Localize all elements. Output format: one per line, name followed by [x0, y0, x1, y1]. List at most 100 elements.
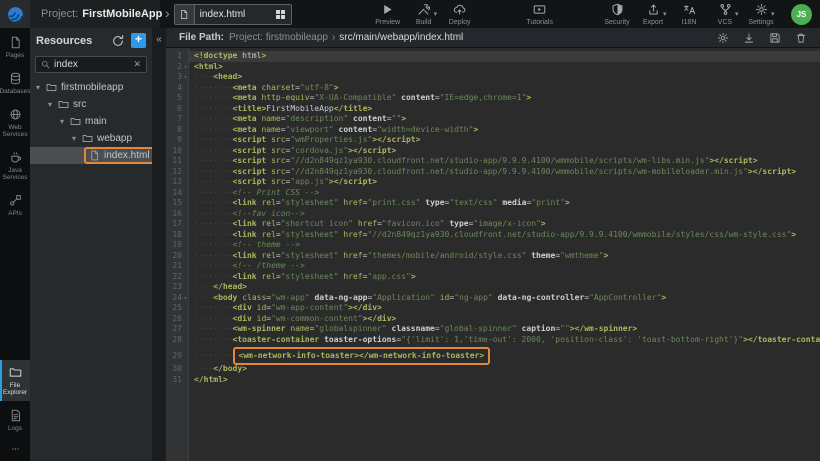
code-text[interactable]: ········<!-- theme -->	[189, 240, 820, 251]
fold-marker-icon	[182, 282, 189, 293]
code-text[interactable]: ········<wm-spinner name="globalspinner"…	[189, 324, 820, 335]
line-number: 22	[166, 272, 182, 283]
logs-icon	[9, 409, 22, 422]
code-text[interactable]: ········<!-- /theme -->	[189, 261, 820, 272]
fold-marker-icon	[182, 303, 189, 314]
search-input[interactable]	[50, 59, 133, 70]
fold-marker-icon[interactable]: ▾	[182, 62, 189, 73]
code-text[interactable]: ········<script src="//d2n849qz1ya930.cl…	[189, 156, 820, 167]
code-line-17: 17········<link rel="shortcut icon" href…	[166, 219, 820, 230]
fold-marker-icon[interactable]: ▾	[182, 72, 189, 83]
preview-button[interactable]: Preview	[370, 3, 406, 26]
fold-marker-icon	[182, 156, 189, 167]
sidebar-item-pages[interactable]: Pages	[0, 30, 30, 64]
code-text[interactable]: ········<div id="wm-app-content"></div>	[189, 303, 820, 314]
code-text[interactable]: ········<meta http-equiv="X-UA-Compatibl…	[189, 93, 820, 104]
code-line-5: 5········<meta http-equiv="X-UA-Compatib…	[166, 93, 820, 104]
sidebar-item-java-services[interactable]: Java Services	[0, 145, 30, 186]
code-text[interactable]: ····</head>	[189, 282, 820, 293]
code-text[interactable]: ········<link rel="shortcut icon" href="…	[189, 219, 820, 230]
code-text[interactable]: ········<link rel="stylesheet" href="pri…	[189, 198, 820, 209]
tab-index-html[interactable]: index.html	[174, 4, 292, 25]
code-text[interactable]: ····<head>	[189, 72, 820, 83]
sidebar-item-more[interactable]	[0, 439, 30, 461]
code-text[interactable]: ········<!--fav icon-->	[189, 209, 820, 220]
tree-item-index.html[interactable]: index.html	[30, 147, 152, 164]
fold-marker-icon	[182, 83, 189, 94]
project-breadcrumb[interactable]: Project: FirstMobileApp	[30, 0, 160, 28]
code-text[interactable]: ········<toaster-container toaster-optio…	[189, 335, 820, 346]
tab-grid-icon[interactable]	[276, 10, 285, 19]
sidebar-item-apis[interactable]: APIs	[0, 188, 30, 222]
file-icon	[89, 150, 100, 161]
code-text[interactable]: ········<div id="wm-common-content"></di…	[189, 314, 820, 325]
code-line-16: 16········<!--fav icon-->	[166, 209, 820, 220]
code-line-2: 2▾<html>	[166, 62, 820, 73]
build-button[interactable]: ▾Build	[406, 3, 442, 26]
deploy-button[interactable]: Deploy	[442, 3, 478, 26]
file-icon	[179, 9, 189, 20]
resources-panel: Resources + ✕ ▾firstmobileapp▾src▾main▾w…	[30, 28, 152, 461]
fold-marker-icon	[182, 230, 189, 241]
deploy-label: Deploy	[449, 19, 471, 26]
code-line-4: 4········<meta charset="utf-8">	[166, 83, 820, 94]
i18n-button[interactable]: I18N	[671, 3, 707, 26]
security-button[interactable]: Security	[599, 3, 635, 26]
code-text[interactable]: ········<meta charset="utf-8">	[189, 83, 820, 94]
user-avatar[interactable]: JS	[791, 4, 812, 25]
delete-button[interactable]	[794, 31, 807, 44]
line-number: 9	[166, 135, 182, 146]
left-sidebar: PagesDatabasesWeb ServicesJava ServicesA…	[0, 28, 30, 461]
sidebar-item-databases[interactable]: Databases	[0, 66, 30, 100]
code-line-9: 9 ········<script src="wmProperties.js"><…	[166, 135, 820, 146]
code-text[interactable]: ········<script src="cordova.js"></scrip…	[189, 146, 820, 157]
code-text[interactable]: <!doctype html>	[189, 51, 820, 62]
code-text[interactable]: ········<script src="app.js"></script>	[189, 177, 820, 188]
expand-caret-icon[interactable]: ▾	[72, 134, 82, 143]
code-text[interactable]: ····</body>	[189, 364, 820, 375]
code-text[interactable]: ········<!-- Print CSS -->	[189, 188, 820, 199]
code-editor[interactable]: 1<!doctype html>2▾<html>3▾····<head>4···…	[166, 48, 820, 461]
sidebar-item-logs[interactable]: Logs	[0, 403, 30, 437]
code-text[interactable]: ········<link rel="stylesheet" href="app…	[189, 272, 820, 283]
settings-button[interactable]: ▾Settings	[743, 3, 779, 26]
collapse-panel-icon[interactable]: «	[152, 28, 166, 45]
add-resource-button[interactable]: +	[131, 33, 146, 48]
code-text[interactable]: ········<script src="//d2n849qz1ya930.cl…	[189, 167, 820, 178]
fold-marker-icon[interactable]: ▾	[182, 293, 189, 304]
sidebar-item-file-explorer[interactable]: File Explorer	[0, 360, 30, 401]
code-text[interactable]: ········<wm-network-info-toaster></wm-ne…	[189, 347, 820, 365]
tree-item-src[interactable]: ▾src	[30, 96, 152, 113]
expand-caret-icon[interactable]: ▾	[36, 83, 46, 92]
code-text[interactable]: ········<title>FirstMobileApp</title>	[189, 104, 820, 115]
code-line-12: 12········<script src="//d2n849qz1ya930.…	[166, 167, 820, 178]
vcs-button[interactable]: ▾VCS	[707, 3, 743, 26]
code-text[interactable]: ····<body class="wm-app" data-ng-app="Ap…	[189, 293, 820, 304]
tree-item-main[interactable]: ▾main	[30, 113, 152, 130]
search-clear-icon[interactable]: ✕	[133, 59, 141, 70]
line-number: 11	[166, 156, 182, 167]
export-button[interactable]: ▾Export	[635, 3, 671, 26]
code-text[interactable]: ········<link rel="stylesheet" href="the…	[189, 251, 820, 262]
code-text[interactable]: ········<meta name="viewport" content="w…	[189, 125, 820, 136]
expand-caret-icon[interactable]: ▾	[48, 100, 58, 109]
sidebar-item-web-services[interactable]: Web Services	[0, 102, 30, 143]
code-text[interactable]: ········<link rel="stylesheet" href="//d…	[189, 230, 820, 241]
save-button[interactable]	[768, 31, 781, 44]
line-number: 15	[166, 198, 182, 209]
expand-caret-icon[interactable]: ▾	[60, 117, 70, 126]
tutorials-button[interactable]: Tutorials	[522, 3, 558, 26]
tree-item-firstmobileapp[interactable]: ▾firstmobileapp	[30, 79, 152, 96]
code-text[interactable]: ········<script src="wmProperties.js"></…	[189, 135, 820, 146]
refresh-button[interactable]	[111, 34, 125, 48]
file-settings-button[interactable]	[716, 31, 729, 44]
fold-marker-icon	[182, 188, 189, 199]
download-button[interactable]	[742, 31, 755, 44]
app-logo[interactable]	[0, 0, 30, 28]
line-number: 7	[166, 114, 182, 125]
code-text[interactable]: ········<meta name="description" content…	[189, 114, 820, 125]
tree-item-webapp[interactable]: ▾webapp	[30, 130, 152, 147]
code-text[interactable]: <html>	[189, 62, 820, 73]
fold-marker-icon	[182, 272, 189, 283]
code-text[interactable]: </html>	[189, 375, 820, 386]
